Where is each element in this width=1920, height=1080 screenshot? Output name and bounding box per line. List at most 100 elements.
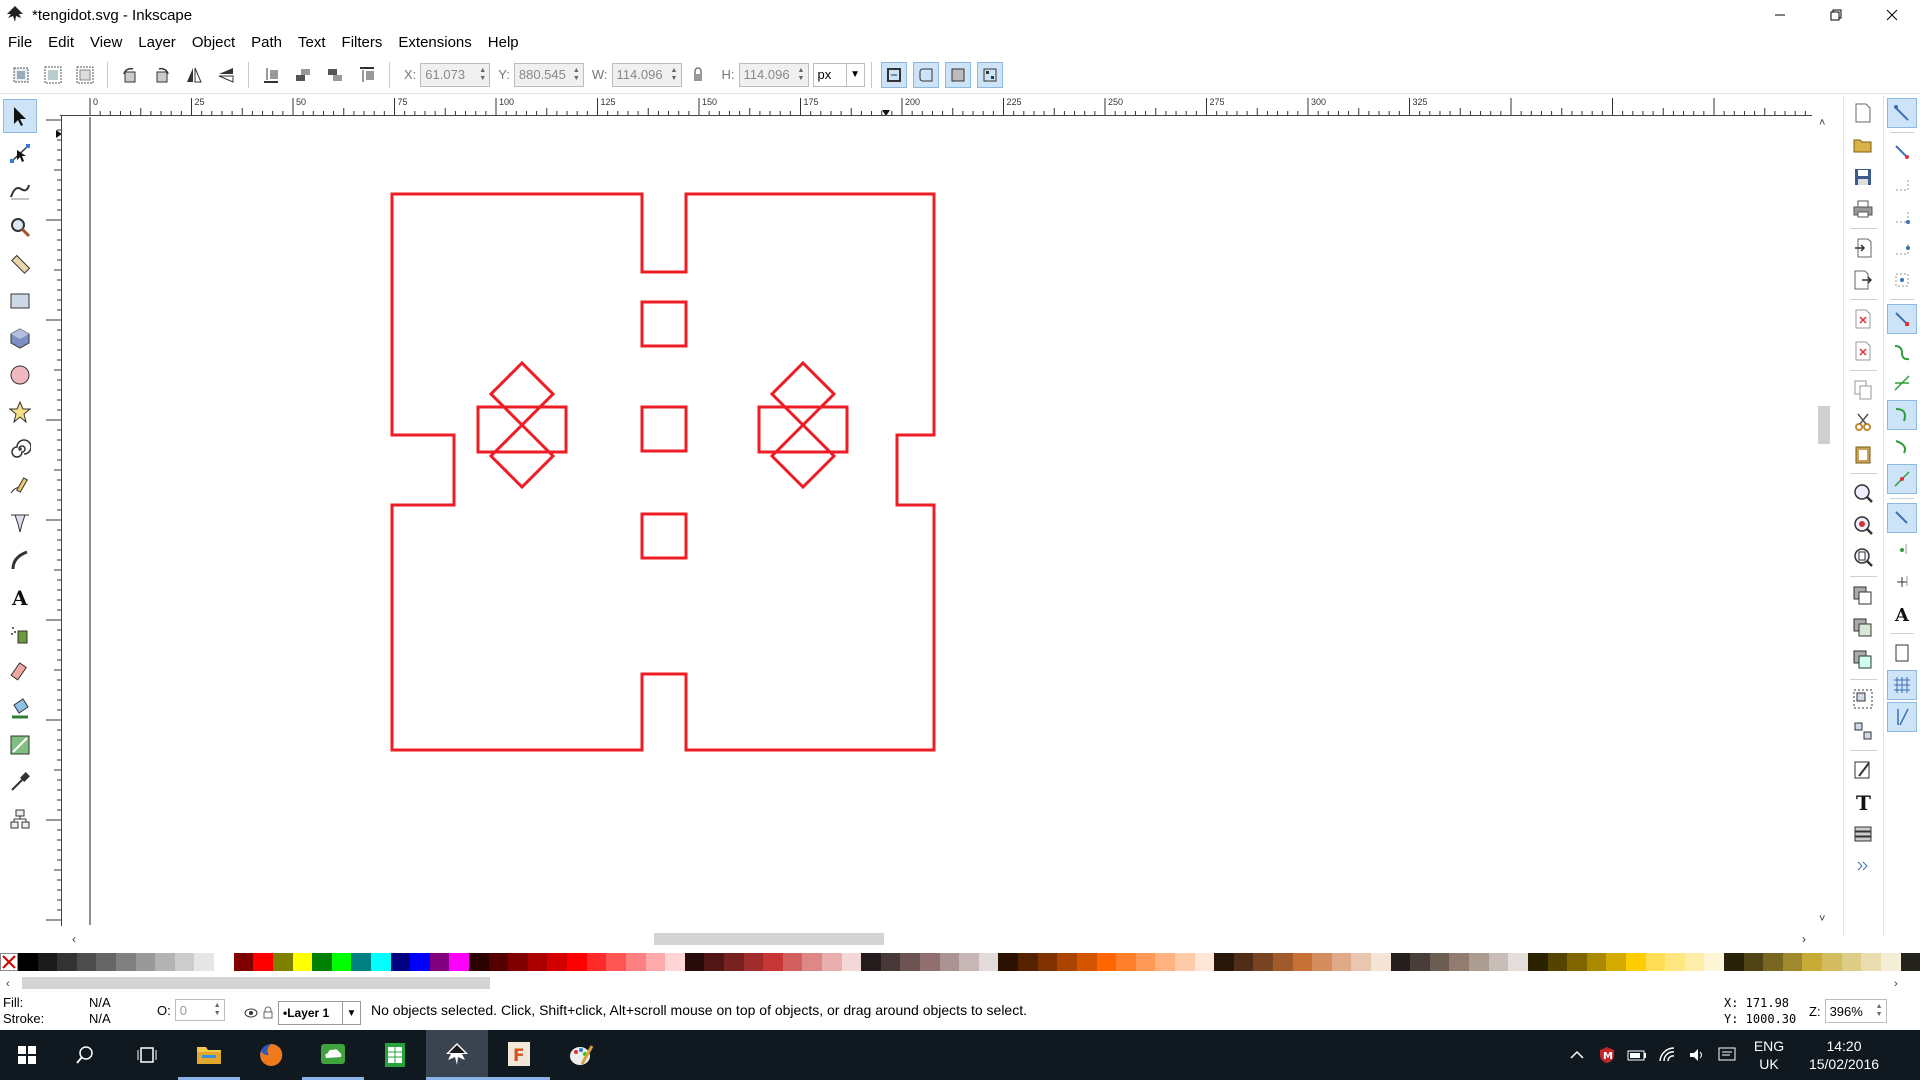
vertical-scrollbar[interactable]: ˄ ˅: [1815, 116, 1833, 926]
menu-filters[interactable]: Filters: [334, 34, 391, 51]
color-swatch[interactable]: [469, 953, 489, 971]
snap-page-border-toggle[interactable]: [1887, 638, 1917, 668]
scale-corners-toggle[interactable]: [912, 61, 939, 88]
color-swatch[interactable]: [370, 953, 391, 971]
color-swatch[interactable]: [782, 953, 803, 971]
layer-select[interactable]: •Layer 1 ▼: [278, 1001, 361, 1025]
opacity-input[interactable]: [175, 999, 214, 1021]
snap-smooth-nodes-toggle[interactable]: [1887, 432, 1917, 462]
rotate-cw-button[interactable]: [149, 62, 175, 88]
tool-pen[interactable]: [3, 506, 37, 540]
color-swatch[interactable]: [567, 953, 587, 971]
tool-spiral[interactable]: [3, 432, 37, 466]
palette-scroll-thumb[interactable]: [22, 977, 490, 989]
snap-bbox-centers-toggle[interactable]: [1887, 265, 1917, 295]
color-swatch[interactable]: [1684, 953, 1705, 971]
color-swatch[interactable]: [1273, 953, 1293, 971]
color-swatch[interactable]: [449, 953, 470, 971]
color-swatch[interactable]: [1861, 953, 1881, 971]
color-swatch[interactable]: [704, 953, 724, 971]
menu-help[interactable]: Help: [480, 34, 527, 51]
action-center-button[interactable]: [1712, 1030, 1742, 1080]
open-button[interactable]: [1848, 130, 1878, 160]
tool-3d-box[interactable]: [3, 321, 37, 355]
color-swatch[interactable]: [1567, 953, 1587, 971]
menu-object[interactable]: Object: [184, 34, 243, 51]
snap-enable-toggle[interactable]: [1887, 98, 1917, 128]
color-swatch[interactable]: [429, 953, 450, 971]
color-swatch[interactable]: [821, 953, 842, 971]
menu-view[interactable]: View: [82, 34, 130, 51]
lower-button[interactable]: [290, 62, 316, 88]
snap-object-centers-toggle[interactable]: [1887, 535, 1917, 565]
lock-ratio-button[interactable]: [685, 62, 711, 88]
clone-button[interactable]: [1848, 613, 1878, 643]
color-swatch[interactable]: [1018, 953, 1038, 971]
color-swatch[interactable]: [1704, 953, 1725, 971]
menu-file[interactable]: File: [0, 34, 40, 51]
tool-measure[interactable]: [3, 247, 37, 281]
color-swatch[interactable]: [959, 953, 979, 971]
color-swatch[interactable]: [841, 953, 862, 971]
w-spin-arrows[interactable]: ▲ ▼: [671, 64, 681, 86]
color-swatch[interactable]: [1037, 953, 1058, 971]
save-button[interactable]: [1848, 162, 1878, 192]
tool-ellipse[interactable]: [3, 358, 37, 392]
color-swatch[interactable]: [939, 953, 960, 971]
color-swatch[interactable]: [645, 953, 666, 971]
snap-paths-toggle[interactable]: [1887, 336, 1917, 366]
palette-scrollbar[interactable]: ‹ ›: [0, 975, 1920, 991]
search-button[interactable]: [54, 1030, 116, 1080]
color-swatch[interactable]: [547, 953, 568, 971]
tool-calligraphy[interactable]: [3, 543, 37, 577]
color-swatch[interactable]: [1410, 953, 1430, 971]
import-button[interactable]: [1848, 233, 1878, 263]
color-swatch[interactable]: [1331, 953, 1352, 971]
color-swatch[interactable]: [1135, 953, 1156, 971]
v-scroll-thumb[interactable]: [1818, 406, 1830, 444]
tool-tweak[interactable]: [3, 173, 37, 207]
snap-grids-toggle[interactable]: [1887, 670, 1917, 700]
deselect-button[interactable]: [72, 62, 98, 88]
color-swatch[interactable]: [1547, 953, 1568, 971]
x-spin-arrows[interactable]: ▲ ▼: [479, 64, 489, 86]
close-button[interactable]: [1864, 0, 1920, 30]
group-button[interactable]: [1848, 684, 1878, 714]
menu-path[interactable]: Path: [243, 34, 290, 51]
color-swatch[interactable]: [1076, 953, 1097, 971]
snap-bbox-midpoints-toggle[interactable]: [1887, 233, 1917, 263]
palette-scroll-left-icon[interactable]: ‹: [6, 978, 10, 990]
w-field[interactable]: ▲▼: [611, 62, 682, 87]
snap-others-toggle[interactable]: [1887, 503, 1917, 533]
color-swatch[interactable]: [312, 953, 332, 971]
more-commands-button[interactable]: [1848, 851, 1878, 881]
duplicate-button[interactable]: [1848, 581, 1878, 611]
new-document-button[interactable]: [1848, 98, 1878, 128]
color-swatch[interactable]: [508, 953, 528, 971]
drawing-canvas[interactable]: [62, 117, 1812, 925]
tool-selector[interactable]: [3, 99, 37, 133]
horizontal-scrollbar[interactable]: ‹ ›: [62, 930, 1812, 948]
tool-paint-bucket[interactable]: [3, 691, 37, 725]
color-swatch[interactable]: [1214, 953, 1234, 971]
color-swatch[interactable]: [1802, 953, 1823, 971]
color-swatch[interactable]: [1096, 953, 1117, 971]
color-swatch[interactable]: [331, 953, 352, 971]
color-swatch[interactable]: [1194, 953, 1215, 971]
raise-button[interactable]: [322, 62, 348, 88]
scroll-left-icon[interactable]: ‹: [72, 932, 76, 946]
task-view-button[interactable]: [116, 1030, 178, 1080]
tool-pencil[interactable]: [3, 469, 37, 503]
color-swatch[interactable]: [253, 953, 273, 971]
lock-icon[interactable]: [262, 1006, 274, 1020]
color-swatch[interactable]: [1782, 953, 1803, 971]
unlink-clone-button[interactable]: [1848, 645, 1878, 675]
y-input[interactable]: [514, 63, 573, 86]
menu-layer[interactable]: Layer: [130, 34, 184, 51]
language-indicator[interactable]: ENG UK: [1742, 1037, 1796, 1073]
no-paint-swatch[interactable]: [0, 953, 18, 971]
color-swatch[interactable]: [1449, 953, 1470, 971]
layers-button[interactable]: [1848, 819, 1878, 849]
redo-button[interactable]: [1848, 336, 1878, 366]
color-swatch[interactable]: [1645, 953, 1666, 971]
